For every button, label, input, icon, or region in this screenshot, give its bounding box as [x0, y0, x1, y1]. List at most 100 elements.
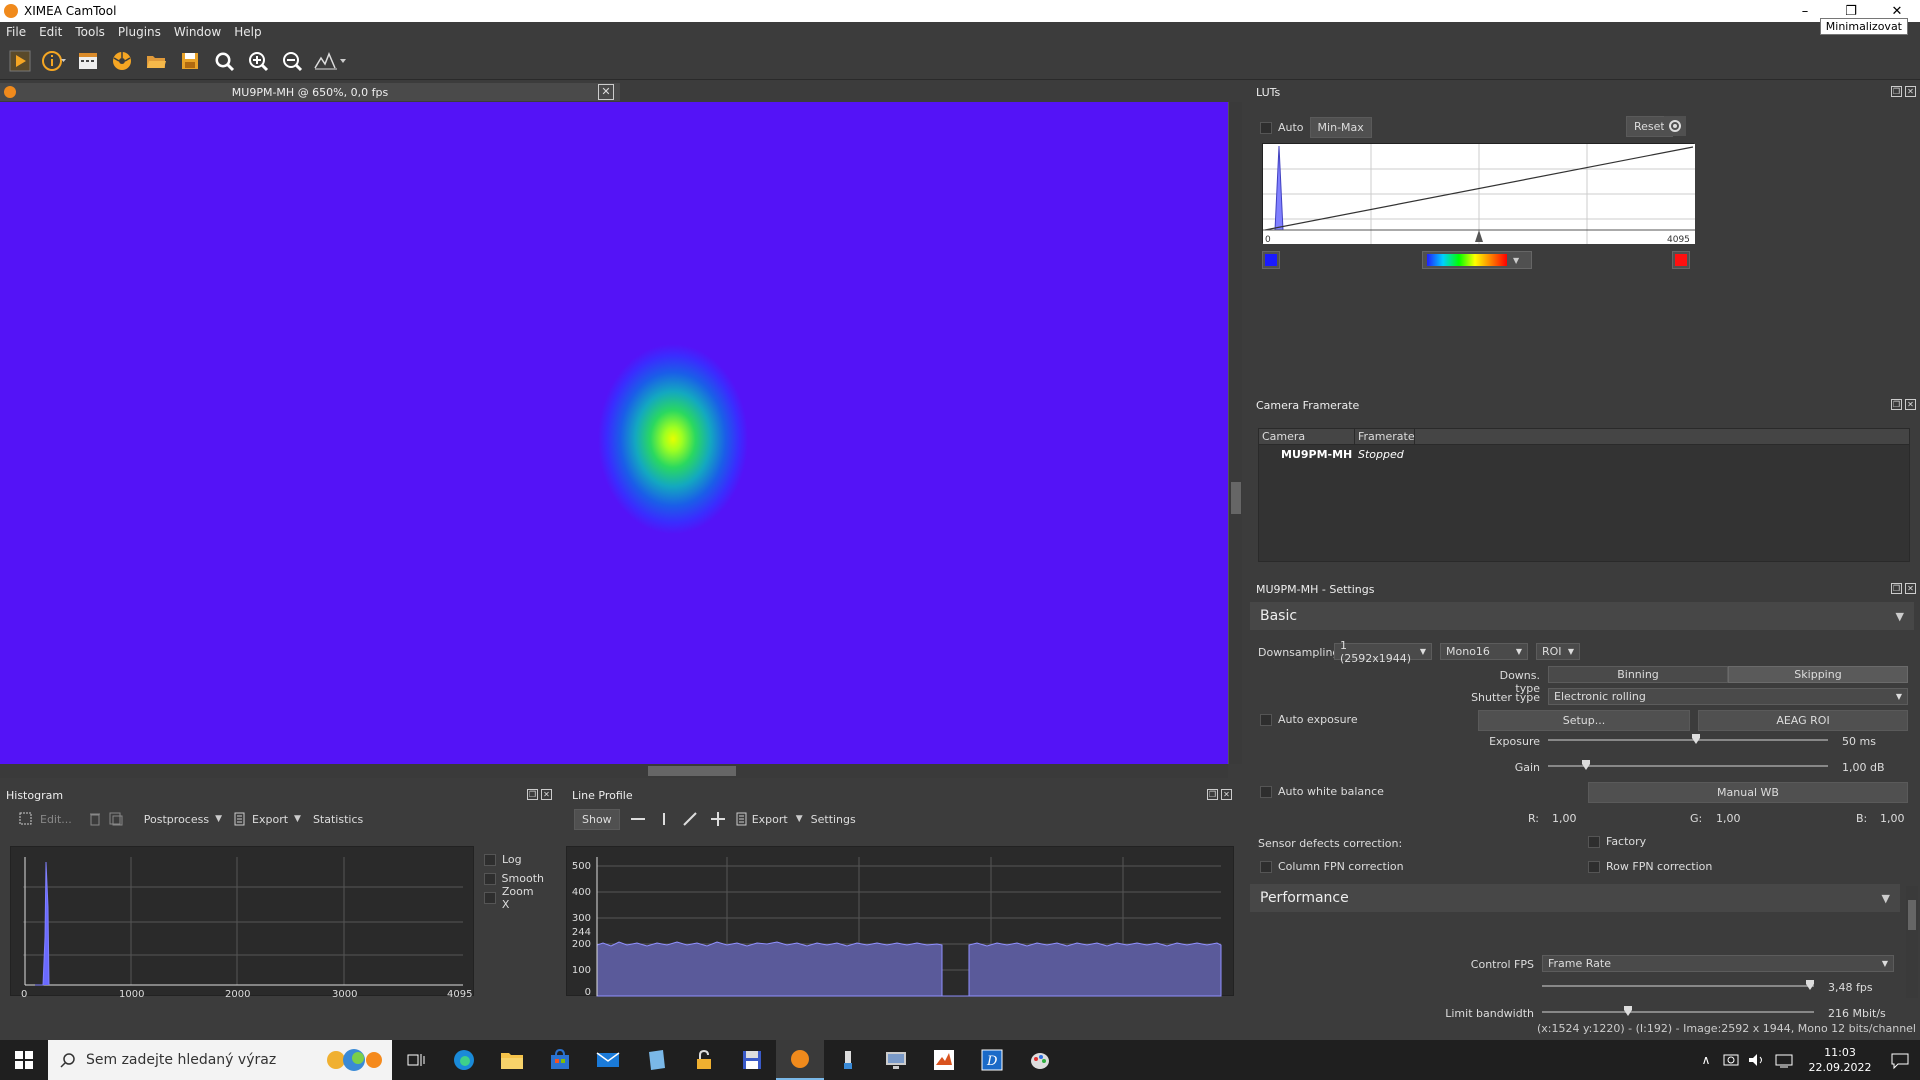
fps-slider-handle[interactable]	[1806, 980, 1814, 990]
record-video-button[interactable]	[74, 47, 102, 75]
display-app[interactable]	[872, 1040, 920, 1080]
auto-white-balance-checkbox[interactable]	[1260, 785, 1272, 798]
lut-high-color-button[interactable]	[1672, 251, 1690, 269]
edge-app[interactable]	[440, 1040, 488, 1080]
security-app[interactable]	[680, 1040, 728, 1080]
chevron-down-icon[interactable]: ▼	[215, 814, 222, 824]
play-button[interactable]	[6, 47, 34, 75]
viewer-vertical-scrollbar[interactable]	[1228, 102, 1242, 764]
binning-button[interactable]: Binning	[1548, 666, 1728, 683]
trash-icon[interactable]	[88, 811, 102, 827]
table-row[interactable]: MU9PM-MH Stopped	[1259, 445, 1909, 463]
shutter-type-select[interactable]: Electronic rolling ▼	[1548, 688, 1908, 705]
fps-slider[interactable]	[1542, 978, 1814, 994]
save-button[interactable]	[176, 47, 204, 75]
open-file-button[interactable]	[142, 47, 170, 75]
settings-scroll-thumb[interactable]	[1908, 900, 1916, 930]
show-button[interactable]: Show	[574, 808, 620, 830]
undock-icon[interactable]: ❐	[527, 789, 538, 800]
colormap-select[interactable]: ▼	[1422, 251, 1532, 269]
bandwidth-slider[interactable]	[1542, 1004, 1814, 1020]
control-fps-select[interactable]: Frame Rate ▼	[1542, 955, 1894, 972]
histogram-export-button[interactable]: Export	[252, 813, 288, 826]
undock-icon[interactable]: ❐	[1207, 789, 1218, 800]
crosshair-icon[interactable]	[708, 811, 728, 827]
store-app[interactable]	[536, 1040, 584, 1080]
zoom-fit-button[interactable]	[210, 47, 238, 75]
gear-icon[interactable]	[1664, 116, 1686, 136]
dev-tool-app[interactable]: D	[968, 1040, 1016, 1080]
collapse-icon[interactable]: ▼	[1882, 892, 1890, 905]
column-framerate[interactable]: Framerate	[1355, 429, 1415, 444]
min-max-button[interactable]: Min-Max	[1309, 117, 1372, 138]
vertical-scroll-thumb[interactable]	[1231, 482, 1241, 514]
postprocess-button[interactable]: Postprocess	[144, 813, 209, 826]
roi-select-icon[interactable]	[18, 811, 34, 827]
menu-window[interactable]: Window	[174, 25, 221, 39]
horizontal-scroll-thumb[interactable]	[648, 766, 736, 776]
close-icon[interactable]: ✕	[1905, 583, 1916, 594]
start-button[interactable]	[0, 1040, 48, 1080]
undock-icon[interactable]: ❐	[1891, 86, 1902, 97]
mail-app[interactable]	[584, 1040, 632, 1080]
task-view-button[interactable]	[392, 1040, 440, 1080]
notes-app[interactable]	[632, 1040, 680, 1080]
row-fpn-checkbox[interactable]	[1588, 860, 1600, 873]
camtool-app[interactable]	[776, 1040, 824, 1080]
exposure-slider-handle[interactable]	[1692, 734, 1700, 744]
camera-image[interactable]	[0, 102, 1228, 764]
gain-slider-handle[interactable]	[1582, 760, 1590, 770]
skipping-button[interactable]: Skipping	[1728, 666, 1908, 683]
close-icon[interactable]: ✕	[1221, 789, 1232, 800]
usb-app[interactable]	[824, 1040, 872, 1080]
close-icon[interactable]: ✕	[541, 789, 552, 800]
lut-auto-checkbox[interactable]	[1260, 121, 1272, 134]
menu-tools[interactable]: Tools	[75, 25, 105, 39]
gain-slider[interactable]	[1548, 758, 1828, 774]
lut-low-color-button[interactable]	[1262, 251, 1280, 269]
chevron-up-icon[interactable]: ∧	[1692, 1053, 1720, 1067]
menu-edit[interactable]: Edit	[39, 25, 62, 39]
chevron-down-icon[interactable]: ▼	[1513, 256, 1519, 265]
pixel-format-select[interactable]: Mono16 ▼	[1440, 643, 1528, 660]
camera-icon[interactable]	[1720, 1052, 1744, 1068]
notifications-icon[interactable]	[1880, 1050, 1920, 1070]
menu-plugins[interactable]: Plugins	[118, 25, 161, 39]
lut-curve[interactable]: 0 4095	[1262, 143, 1695, 245]
factory-checkbox[interactable]	[1588, 835, 1600, 848]
smooth-checkbox[interactable]	[484, 872, 496, 885]
diagonal-line-icon[interactable]	[680, 811, 700, 827]
speaker-icon[interactable]	[1744, 1052, 1772, 1068]
close-icon[interactable]: ✕	[1905, 399, 1916, 410]
undock-icon[interactable]: ❐	[1891, 399, 1902, 410]
settings-scrollbar[interactable]	[1906, 886, 1918, 998]
chevron-down-icon[interactable]: ▼	[294, 814, 301, 824]
downsampling-select[interactable]: 1 (2592x1944) ▼	[1334, 639, 1432, 665]
aeag-roi-button[interactable]: AEAG ROI	[1698, 710, 1908, 731]
zoom-out-button[interactable]	[278, 47, 306, 75]
menu-help[interactable]: Help	[234, 25, 261, 39]
log-checkbox[interactable]	[484, 853, 496, 866]
file-explorer-app[interactable]	[488, 1040, 536, 1080]
copy-icon[interactable]	[108, 811, 124, 827]
close-icon[interactable]: ✕	[1905, 86, 1916, 97]
taskbar-search-box[interactable]: Sem zadejte hledaný výraz	[48, 1040, 392, 1080]
save-app[interactable]	[728, 1040, 776, 1080]
paint-app[interactable]	[1016, 1040, 1064, 1080]
performance-section-header[interactable]: Performance ▼	[1250, 884, 1900, 912]
bandwidth-slider-handle[interactable]	[1624, 1006, 1632, 1016]
exposure-slider[interactable]	[1548, 732, 1828, 748]
zoom-x-checkbox[interactable]	[484, 891, 496, 904]
profile-tool-button[interactable]	[312, 47, 348, 75]
statistics-button[interactable]: Statistics	[313, 813, 363, 826]
matlab-app[interactable]	[920, 1040, 968, 1080]
edit-button[interactable]: Edit...	[40, 813, 72, 826]
basic-section-header[interactable]: Basic ▼	[1250, 602, 1914, 630]
auto-exposure-checkbox[interactable]	[1260, 713, 1272, 726]
manual-wb-button[interactable]: Manual WB	[1588, 782, 1908, 803]
column-camera[interactable]: Camera	[1259, 429, 1355, 444]
setup-button[interactable]: Setup...	[1478, 710, 1690, 731]
vertical-line-icon[interactable]	[656, 811, 672, 827]
column-fpn-checkbox[interactable]	[1260, 860, 1272, 873]
viewer-horizontal-scrollbar[interactable]	[0, 764, 1228, 778]
